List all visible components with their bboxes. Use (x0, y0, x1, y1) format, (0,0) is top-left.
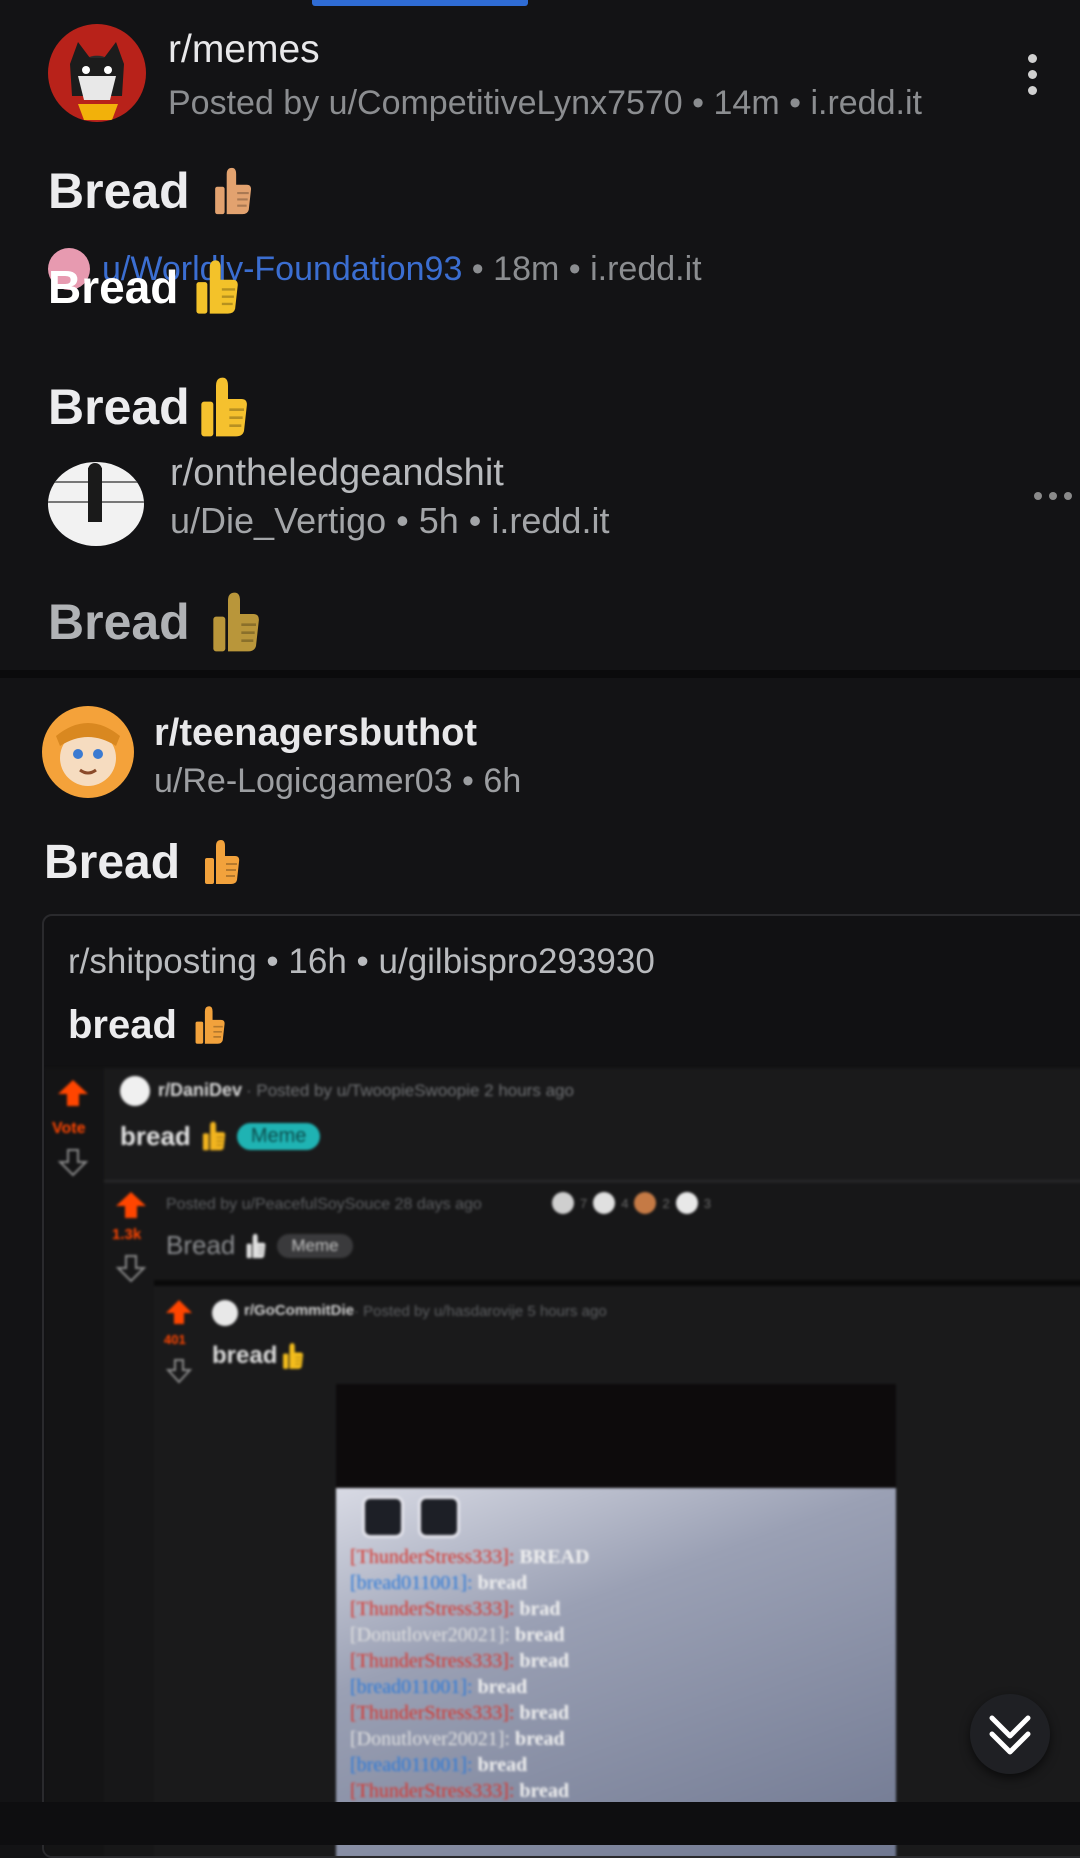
active-tab-indicator (312, 0, 528, 6)
nested-post[interactable]: 401 r/GoCommitDie · Posted by u/hasdarov… (154, 1286, 1080, 1856)
chat-line: [Donutlover20021]: bread (350, 1624, 565, 1646)
subreddit-name[interactable]: r/GoCommitDie (244, 1302, 354, 1319)
subreddit-name[interactable]: r/DaniDev (158, 1080, 242, 1101)
nested-title-text: bread (212, 1342, 278, 1369)
subreddit-name[interactable]: r/ontheledgeandshit (170, 452, 504, 495)
chat-line: [ThunderStress333]: bread (350, 1650, 570, 1672)
award-count: 3 (703, 1195, 711, 1211)
more-options-icon[interactable] (1028, 54, 1038, 102)
chat-toolbar (362, 1496, 460, 1538)
divider (104, 1180, 1080, 1182)
nested-title-text: bread (120, 1120, 191, 1151)
thumbs-up-icon (196, 375, 252, 439)
thumbs-up-icon (281, 1342, 305, 1370)
post-meta[interactable]: Posted by u/CompetitiveLynx7570 • 14m • … (168, 84, 922, 123)
nested-title-text: Bread (166, 1230, 236, 1260)
chat-log: [ThunderStress333]: BREAD [bread011001]:… (350, 1544, 890, 1804)
vote-count: 401 (164, 1332, 186, 1347)
thumbs-up-icon (192, 258, 242, 316)
flair-badge: Meme (277, 1233, 353, 1258)
thumbs-up-icon (202, 832, 242, 892)
upvote-icon[interactable] (56, 1078, 90, 1108)
post-title-text: Bread (48, 163, 190, 219)
nested-title[interactable]: Bread Meme (166, 1230, 353, 1261)
double-chevron-down-icon (989, 1715, 1031, 1755)
chat-line: [ThunderStress333]: bread (350, 1702, 570, 1724)
nested-post[interactable]: 1.3k Posted by u/PeacefulSoySouce 28 day… (104, 1184, 1080, 1856)
post-meta-rest: • 18m • i.redd.it (462, 250, 702, 288)
subreddit-name[interactable]: r/memes (168, 28, 320, 72)
crosspost-card[interactable]: r/shitposting • 16h • u/gilbispro293930 … (42, 914, 1080, 1858)
scroll-down-button[interactable] (970, 1694, 1050, 1774)
post-meta: · Posted by u/TwoopieSwoopie 2 hours ago (246, 1081, 574, 1100)
downvote-icon[interactable] (166, 1358, 192, 1384)
vote-column (44, 1068, 104, 1856)
downvote-icon[interactable] (58, 1148, 88, 1178)
chat-line: [bread011001]: bread (350, 1572, 528, 1594)
upvote-icon[interactable] (114, 1190, 148, 1220)
nested-title[interactable]: bread (212, 1342, 305, 1370)
post-meta[interactable]: u/Re-Logicgamer03 • 6h (154, 762, 521, 801)
thumbs-up-icon (193, 1000, 227, 1050)
chat-line: [bread011001]: bread (350, 1754, 528, 1776)
subreddit-avatar[interactable] (48, 24, 146, 122)
game-chat-photo: [ThunderStress333]: BREAD [bread011001]:… (336, 1384, 896, 1856)
award-icon (552, 1192, 574, 1214)
post-title[interactable]: Bread (48, 590, 264, 654)
thumbs-up-icon (212, 160, 254, 222)
chat-icon (418, 1496, 460, 1538)
post-title-text: Bread (44, 835, 181, 889)
post-title[interactable]: Bread (48, 375, 252, 439)
embedded-screenshot: Vote r/DaniDev · Posted by u/TwoopieSwoo… (44, 1068, 1080, 1856)
flair-badge: Meme (236, 1122, 321, 1150)
post-title-text: Bread (48, 379, 190, 435)
vote-label: Vote (52, 1120, 86, 1137)
downvote-icon[interactable] (116, 1254, 146, 1284)
chat-line: [Donutlover20021]: bread (350, 1728, 565, 1750)
post-title[interactable]: Bread (44, 832, 242, 892)
award-icon (675, 1192, 698, 1214)
award-count: 2 (662, 1195, 670, 1211)
post-title-text: Bread (48, 594, 190, 650)
award-icon (634, 1192, 657, 1214)
post-title-text: Bread (48, 261, 179, 313)
vote-count: 1.3k (112, 1226, 142, 1243)
post-meta: · Posted by u/hasdarovije 5 hours ago (354, 1303, 607, 1320)
awards-row: 7 4 2 3 (552, 1192, 711, 1214)
subreddit-icon[interactable] (212, 1300, 238, 1326)
post-divider (0, 670, 1080, 678)
subreddit-name[interactable]: r/teenagersbuthot (154, 712, 477, 755)
post-title[interactable]: Bread (48, 258, 242, 316)
award-count: 7 (580, 1195, 588, 1211)
roblox-menu-icon (362, 1496, 404, 1538)
chat-line: [ThunderStress333]: bread (350, 1780, 570, 1802)
crosspost-title[interactable]: bread (68, 1000, 227, 1050)
thumbs-up-icon (201, 1120, 227, 1152)
subreddit-avatar[interactable] (42, 706, 134, 798)
award-count: 4 (621, 1195, 629, 1211)
post-meta: Posted by u/PeacefulSoySouce 28 days ago (166, 1196, 482, 1213)
subreddit-icon[interactable] (120, 1076, 150, 1106)
nested-title[interactable]: bread Meme (120, 1120, 321, 1152)
chat-line: [bread011001]: bread (350, 1676, 528, 1698)
more-options-icon[interactable] (1034, 492, 1072, 500)
crosspost-title-text: bread (68, 1002, 177, 1047)
subreddit-avatar[interactable] (48, 462, 144, 546)
chat-line: [ThunderStress333]: BREAD (350, 1546, 590, 1568)
post-meta[interactable]: u/Die_Vertigo • 5h • i.redd.it (170, 500, 609, 542)
thumbs-up-icon (208, 590, 264, 654)
chat-line: [ThunderStress333]: brad (350, 1598, 561, 1620)
crosspost-meta[interactable]: r/shitposting • 16h • u/gilbispro293930 (68, 942, 655, 982)
thumbs-up-icon (245, 1232, 267, 1260)
award-icon (593, 1192, 616, 1214)
upvote-icon[interactable] (164, 1298, 194, 1326)
post-title[interactable]: Bread (48, 160, 254, 222)
bottom-bar (0, 1802, 1080, 1845)
